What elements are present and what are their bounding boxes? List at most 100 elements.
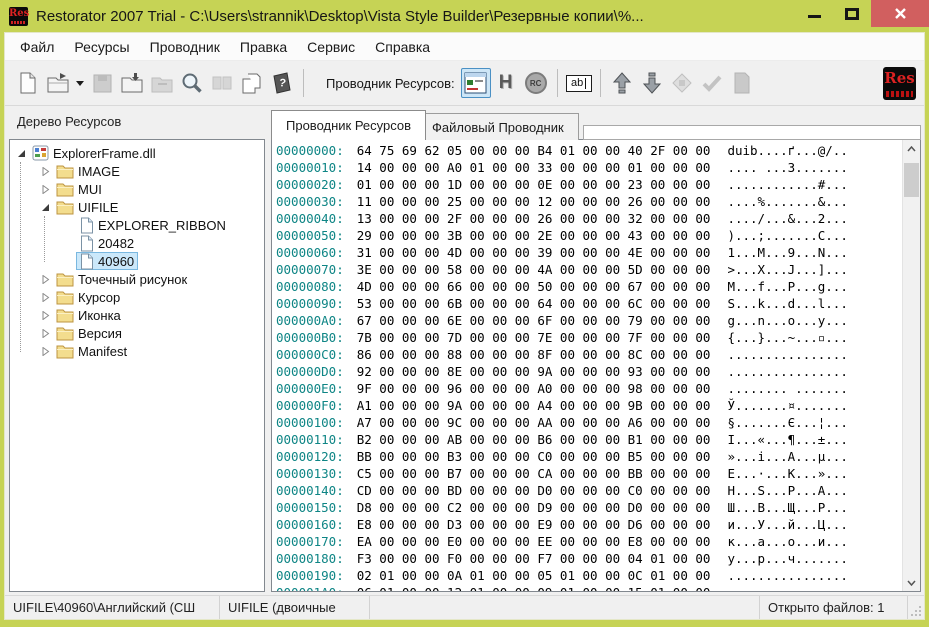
tree-item-версия[interactable]: Версия bbox=[10, 324, 264, 342]
tab-file-explorer[interactable]: Файловый Проводник bbox=[417, 113, 579, 140]
titlebar[interactable]: Res Restorator 2007 Trial - C:\Users\str… bbox=[0, 0, 929, 32]
tree-selection[interactable]: 40960 bbox=[76, 252, 138, 270]
folder-icon bbox=[56, 290, 74, 305]
hex-bytes: 06 01 00 00 12 01 00 00 09 01 00 00 15 0… bbox=[357, 585, 711, 591]
find-button[interactable] bbox=[177, 68, 207, 98]
tree-item-body[interactable]: UIFILE bbox=[52, 198, 122, 216]
tree-item-mui[interactable]: MUI bbox=[10, 180, 264, 198]
tree-item-body[interactable]: 20482 bbox=[76, 234, 138, 252]
tree-item-explorerframe-dll[interactable]: ExplorerFrame.dll bbox=[10, 144, 264, 162]
tree-item-body[interactable]: IMAGE bbox=[52, 162, 124, 180]
tree-item-body[interactable]: Иконка bbox=[52, 306, 125, 324]
hex-viewer[interactable]: 00000000:64 75 69 62 05 00 00 00 B4 01 0… bbox=[271, 139, 921, 592]
tree-item-body[interactable]: Точечный рисунок bbox=[52, 270, 191, 288]
tab-resource-explorer[interactable]: Проводник Ресурсов bbox=[271, 110, 426, 140]
hex-ascii: ................ bbox=[727, 347, 847, 362]
help-button[interactable]: ? bbox=[267, 68, 297, 98]
tree-item-курсор[interactable]: Курсор bbox=[10, 288, 264, 306]
tree-item-body[interactable]: MUI bbox=[52, 180, 106, 198]
tree-item-20482[interactable]: 20482 bbox=[10, 234, 264, 252]
navigate-button bbox=[667, 68, 697, 98]
maximize-button[interactable] bbox=[833, 0, 871, 27]
status-resource-path: UIFILE\40960\Английский (СШ bbox=[5, 596, 220, 619]
menu-explorer[interactable]: Проводник bbox=[140, 35, 230, 59]
extract-button[interactable] bbox=[117, 68, 147, 98]
hex-ascii: ................ bbox=[727, 364, 847, 379]
menu-tools[interactable]: Сервис bbox=[297, 35, 365, 59]
file-icon bbox=[80, 235, 94, 252]
move-up-button[interactable] bbox=[607, 68, 637, 98]
tree-item-manifest[interactable]: Manifest bbox=[10, 342, 264, 360]
minimize-button[interactable] bbox=[795, 0, 833, 27]
hex-address: 00000090: bbox=[276, 296, 344, 311]
help-icon: ? bbox=[270, 71, 294, 95]
hex-row: 00000140:CD 00 00 00 BD 00 00 00 D0 00 0… bbox=[276, 482, 899, 499]
tree-item-label: 40960 bbox=[98, 254, 134, 269]
expand-icon[interactable] bbox=[38, 185, 52, 194]
resource-viewer-toggle[interactable] bbox=[461, 68, 491, 98]
hex-ascii: и...У...й...Ц... bbox=[727, 517, 847, 532]
rc-view-button[interactable]: RC bbox=[521, 68, 551, 98]
tree-item-explorer-ribbon[interactable]: EXPLORER_RIBBON bbox=[10, 216, 264, 234]
hex-bytes: D8 00 00 00 C2 00 00 00 D9 00 00 00 D0 0… bbox=[357, 500, 711, 515]
move-down-button[interactable] bbox=[637, 68, 667, 98]
hex-row: 00000090:53 00 00 00 6B 00 00 00 64 00 0… bbox=[276, 295, 899, 312]
expand-icon[interactable] bbox=[38, 311, 52, 320]
hex-bytes: 92 00 00 00 8E 00 00 00 9A 00 00 00 93 0… bbox=[357, 364, 711, 379]
tree-item-label: MUI bbox=[78, 182, 102, 197]
hex-bytes: A7 00 00 00 9C 00 00 00 AA 00 00 00 A6 0… bbox=[357, 415, 711, 430]
hex-row: 00000160:E8 00 00 00 D3 00 00 00 E9 00 0… bbox=[276, 516, 899, 533]
scrollbar-thumb[interactable] bbox=[904, 163, 919, 197]
toolbar-separator bbox=[303, 69, 304, 97]
hex-row: 00000130:C5 00 00 00 B7 00 00 00 CA 00 0… bbox=[276, 465, 899, 482]
file-icon bbox=[80, 253, 94, 270]
scroll-up-button[interactable] bbox=[903, 140, 920, 157]
menu-file[interactable]: Файл bbox=[10, 35, 64, 59]
hex-view-icon: H bbox=[499, 72, 513, 94]
hex-row: 00000170:EA 00 00 00 E0 00 00 00 EE 00 0… bbox=[276, 533, 899, 550]
hex-address: 00000150: bbox=[276, 500, 344, 515]
toolbar-separator bbox=[557, 69, 558, 97]
new-file-button[interactable] bbox=[13, 68, 43, 98]
expand-icon[interactable] bbox=[38, 329, 52, 338]
tree-item-body[interactable]: ExplorerFrame.dll bbox=[28, 144, 160, 162]
hex-scrollbar[interactable] bbox=[902, 140, 920, 591]
open-file-button[interactable] bbox=[43, 68, 73, 98]
tree-item-uifile[interactable]: UIFILE bbox=[10, 198, 264, 216]
hex-ascii: duib....ґ...@/.. bbox=[727, 143, 847, 158]
hex-address: 00000070: bbox=[276, 262, 344, 277]
tree-item-точечный-рисунок[interactable]: Точечный рисунок bbox=[10, 270, 264, 288]
expand-icon[interactable] bbox=[38, 347, 52, 356]
menu-help[interactable]: Справка bbox=[365, 35, 440, 59]
tree-item-body[interactable]: Manifest bbox=[52, 342, 131, 360]
status-resource-type: UIFILE (двоичные bbox=[220, 596, 370, 619]
status-bar: UIFILE\40960\Английский (СШ UIFILE (двои… bbox=[5, 595, 924, 619]
hex-address: 00000190: bbox=[276, 568, 344, 583]
tree-item-image[interactable]: IMAGE bbox=[10, 162, 264, 180]
tree-item-body[interactable]: Версия bbox=[52, 324, 126, 342]
grab-button bbox=[207, 68, 237, 98]
menu-resources[interactable]: Ресурсы bbox=[64, 35, 139, 59]
tree-item-body[interactable]: Курсор bbox=[52, 288, 124, 306]
menu-bar: Файл Ресурсы Проводник Правка Сервис Спр… bbox=[5, 33, 924, 61]
rename-button[interactable]: ab bbox=[564, 68, 594, 98]
menu-edit[interactable]: Правка bbox=[230, 35, 297, 59]
expand-icon[interactable] bbox=[38, 275, 52, 284]
open-dropdown-button[interactable] bbox=[73, 68, 87, 98]
resize-grip[interactable] bbox=[908, 596, 924, 619]
tree-item-body[interactable]: EXPLORER_RIBBON bbox=[76, 216, 230, 234]
scroll-down-button[interactable] bbox=[903, 574, 920, 591]
close-button[interactable] bbox=[871, 0, 929, 27]
tree-item-иконка[interactable]: Иконка bbox=[10, 306, 264, 324]
hex-view-button[interactable]: H bbox=[491, 68, 521, 98]
collapse-icon[interactable] bbox=[14, 149, 28, 158]
duplicate-button[interactable] bbox=[237, 68, 267, 98]
hex-ascii: к...а...о...и... bbox=[727, 534, 847, 549]
hex-row: 000000F0:A1 00 00 00 9A 00 00 00 A4 00 0… bbox=[276, 397, 899, 414]
hex-ascii: Ў.......¤....... bbox=[727, 398, 847, 413]
expand-icon[interactable] bbox=[38, 167, 52, 176]
tree-item-40960[interactable]: 40960 bbox=[10, 252, 264, 270]
expand-icon[interactable] bbox=[38, 293, 52, 302]
resource-tree[interactable]: ExplorerFrame.dllIMAGE MUIUIFILEEXPLORER_… bbox=[9, 139, 265, 592]
collapse-icon[interactable] bbox=[38, 203, 52, 212]
